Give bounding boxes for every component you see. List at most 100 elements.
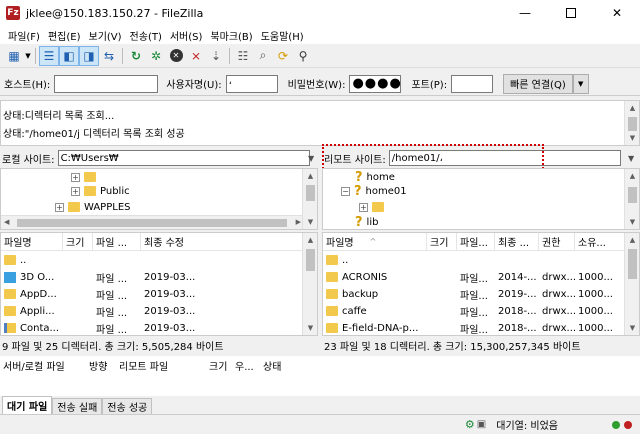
- tab-failed-transfers[interactable]: 전송 실패: [52, 398, 103, 414]
- local-list-vscrollbar[interactable]: ▲ ▼: [302, 233, 317, 335]
- maximize-button[interactable]: [548, 0, 594, 26]
- compare-directories-button[interactable]: ⌕: [253, 46, 273, 66]
- menu-help[interactable]: 도움말(H): [257, 28, 308, 43]
- refresh-button[interactable]: ↻: [126, 46, 146, 66]
- chevron-down-icon[interactable]: ▼: [628, 154, 634, 163]
- local-tree-hscrollbar[interactable]: ◀ ▶: [1, 215, 304, 229]
- scroll-right-icon[interactable]: ▶: [296, 218, 301, 226]
- search-remote-files-button[interactable]: ⚲: [293, 46, 313, 66]
- column-header-owner[interactable]: 소유...: [575, 233, 615, 250]
- chevron-down-icon[interactable]: ▼: [308, 154, 314, 163]
- remote-list-vscrollbar[interactable]: ▲ ▼: [624, 233, 639, 335]
- quickconnect-button[interactable]: 빠른 연결(Q): [503, 73, 573, 94]
- scroll-thumb[interactable]: [306, 249, 315, 271]
- menu-file[interactable]: 파일(F): [4, 28, 44, 43]
- menu-edit[interactable]: 편집(E): [44, 28, 85, 43]
- scroll-thumb[interactable]: [628, 187, 637, 203]
- scroll-down-icon[interactable]: ▼: [625, 131, 640, 145]
- site-manager-dropdown[interactable]: ▼: [24, 46, 32, 66]
- site-manager-button[interactable]: ▦: [4, 46, 24, 66]
- menu-view[interactable]: 보기(V): [85, 28, 126, 43]
- expand-icon[interactable]: +: [71, 186, 80, 196]
- tree-item[interactable]: + WAPPLES: [55, 199, 130, 215]
- tree-item[interactable]: ? lib: [355, 214, 378, 230]
- table-row[interactable]: E-field-DNA-p... 파일... 2018-... drwx... …: [323, 319, 615, 335]
- disconnect-button[interactable]: ⨯: [186, 46, 206, 66]
- expand-icon[interactable]: +: [359, 202, 368, 212]
- scroll-up-icon[interactable]: ▲: [303, 169, 317, 183]
- table-row[interactable]: Appli... 파일 ... 2019-03...: [1, 302, 241, 320]
- scroll-up-icon[interactable]: ▲: [625, 169, 639, 183]
- toggle-message-log-button[interactable]: ☰: [39, 45, 59, 66]
- scroll-thumb[interactable]: [306, 185, 315, 201]
- close-button[interactable]: ✕: [594, 0, 640, 26]
- gear-icon: ✲: [150, 48, 162, 63]
- column-header-priority[interactable]: 우...: [232, 356, 260, 374]
- scroll-left-icon[interactable]: ◀: [4, 218, 9, 226]
- password-input[interactable]: ●●●●: [349, 74, 402, 93]
- tree-item[interactable]: − ? home01: [341, 183, 407, 199]
- column-header-modified[interactable]: 최종 ...: [495, 233, 539, 250]
- toggle-queue-button[interactable]: ⇆: [99, 46, 119, 66]
- minimize-button[interactable]: —: [502, 0, 548, 26]
- column-header-remote-file[interactable]: 리모트 파일: [116, 356, 206, 374]
- tree-item[interactable]: +: [359, 199, 388, 215]
- column-header-type[interactable]: 파일...: [457, 233, 495, 250]
- scroll-up-icon[interactable]: ▲: [625, 101, 640, 115]
- reconnect-button[interactable]: ⇣: [206, 46, 226, 66]
- column-header-size[interactable]: 크기: [206, 356, 232, 374]
- table-row[interactable]: 3D O... 파일 ... 2019-03...: [1, 268, 241, 286]
- column-header-type[interactable]: 파일 ...: [93, 233, 141, 250]
- port-input[interactable]: [451, 74, 494, 93]
- host-input[interactable]: [54, 74, 159, 93]
- scroll-thumb[interactable]: [628, 117, 637, 131]
- column-header-permissions[interactable]: 권한: [539, 233, 575, 250]
- scroll-down-icon[interactable]: ▼: [625, 215, 639, 229]
- quickconnect-dropdown[interactable]: ▼: [572, 73, 589, 94]
- tree-item[interactable]: + Public: [71, 183, 130, 199]
- directory-listing-filter-button[interactable]: ☷: [233, 46, 253, 66]
- scroll-down-icon[interactable]: ▼: [303, 215, 317, 229]
- menu-transfer[interactable]: 전송(T): [126, 28, 166, 43]
- file-modified: 2019-...: [498, 288, 537, 300]
- scroll-down-icon[interactable]: ▼: [303, 321, 317, 335]
- table-row[interactable]: backup 파일... 2019-... drwx... 1000...: [323, 285, 615, 303]
- local-site-path-input[interactable]: C:₩Users₩: [57, 150, 310, 166]
- file-modified: 2014-...: [498, 271, 537, 283]
- table-row[interactable]: ..: [323, 251, 615, 269]
- column-header-direction[interactable]: 방향: [86, 356, 116, 374]
- tab-queued-files[interactable]: 대기 파일: [2, 396, 53, 414]
- table-row[interactable]: AppD... 파일 ... 2019-03...: [1, 285, 241, 303]
- table-row[interactable]: Conta... 파일 ... 2019-03...: [1, 319, 241, 335]
- menu-bookmarks[interactable]: 북마크(B): [206, 28, 256, 43]
- scroll-thumb[interactable]: [628, 249, 637, 279]
- table-row[interactable]: ACRONIS 파일... 2014-... drwx... 1000...: [323, 268, 615, 286]
- message-log-scrollbar[interactable]: ▲ ▼: [624, 101, 639, 145]
- column-header-server-local-file[interactable]: 서버/로컬 파일: [0, 356, 86, 374]
- remote-tree-vscrollbar[interactable]: ▲ ▼: [624, 169, 639, 229]
- process-queue-button[interactable]: ✲: [146, 46, 166, 66]
- table-row[interactable]: ..: [1, 251, 241, 269]
- tab-successful-transfers[interactable]: 전송 성공: [102, 398, 153, 414]
- expand-icon[interactable]: +: [55, 202, 64, 212]
- sync-browsing-button[interactable]: ⟳: [273, 46, 293, 66]
- column-header-modified[interactable]: 최종 수정: [141, 233, 304, 250]
- local-tree-vscrollbar[interactable]: ▲ ▼: [302, 169, 317, 229]
- username-input[interactable]: ،: [225, 74, 278, 93]
- scroll-up-icon[interactable]: ▲: [303, 233, 317, 247]
- scroll-thumb[interactable]: [17, 219, 287, 227]
- column-header-size[interactable]: 크기: [427, 233, 457, 250]
- scroll-down-icon[interactable]: ▼: [625, 321, 639, 335]
- column-header-filename[interactable]: 파일명 ^: [323, 233, 427, 250]
- expand-icon[interactable]: +: [71, 172, 80, 182]
- toggle-remote-tree-button[interactable]: ◨: [79, 45, 99, 66]
- toggle-local-tree-button[interactable]: ◧: [59, 45, 79, 66]
- collapse-icon[interactable]: −: [341, 186, 350, 196]
- menu-server[interactable]: 서버(S): [166, 28, 207, 43]
- column-header-status[interactable]: 상태: [260, 356, 320, 374]
- table-row[interactable]: caffe 파일... 2018-... drwx... 1000...: [323, 302, 615, 320]
- cancel-operation-button[interactable]: ✕: [166, 46, 186, 66]
- column-header-filename[interactable]: 파일명: [1, 233, 63, 250]
- scroll-up-icon[interactable]: ▲: [625, 233, 639, 247]
- column-header-size[interactable]: 크기: [63, 233, 93, 250]
